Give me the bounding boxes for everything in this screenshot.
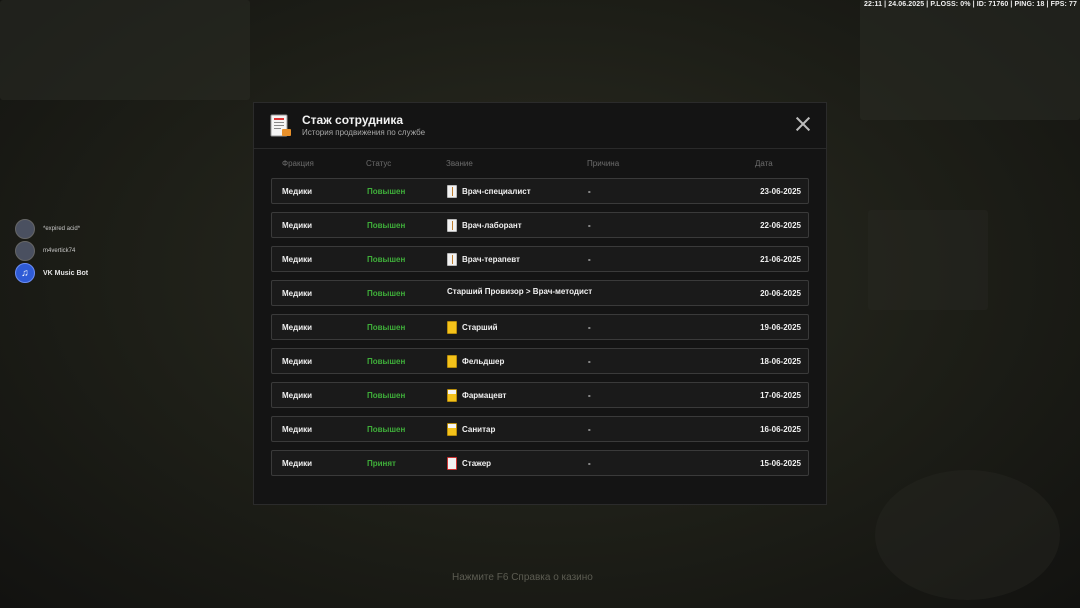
row-reason: - — [588, 357, 591, 366]
row-faction: Медики — [282, 255, 313, 264]
row-date: 21-06-2025 — [760, 255, 801, 264]
row-status: Повышен — [367, 425, 406, 434]
row-rank-label: Стажер — [462, 459, 492, 468]
table-row: Медики Повышен Старший - 19-06-2025 — [271, 314, 809, 340]
white-book-icon — [447, 219, 457, 232]
row-rank-label: Санитар — [462, 425, 496, 434]
row-rank: Санитар — [447, 423, 495, 436]
table-row: Медики Повышен Старший Провизор > Врач-мет… — [271, 280, 809, 306]
row-reason: - — [588, 391, 591, 400]
row-date: 17-06-2025 — [760, 391, 801, 400]
row-reason: - — [588, 459, 591, 468]
modal-title: Стаж сотрудника — [302, 113, 404, 127]
row-rank: Стажер — [447, 457, 491, 470]
table-header: Фракция Статус Звание Причина Дата — [254, 149, 826, 178]
yellow-card-icon — [447, 355, 457, 368]
avatar — [15, 219, 35, 239]
document-icon — [270, 114, 291, 137]
history-table: Медики Повышен Врач-специалист -23-06-2025 М… — [254, 178, 826, 476]
row-rank-label: Врач-специалист — [462, 187, 531, 196]
yellow-card-icon — [447, 321, 457, 334]
row-faction: Медики — [282, 289, 313, 298]
table-row: Медики Повышен Врач-терапевт - 21-06-2025 — [271, 246, 809, 272]
row-rank: Фельдшер — [447, 355, 504, 368]
row-rank-label: Врач-лаборант — [462, 221, 522, 230]
half-yellow-card-icon — [447, 389, 457, 402]
row-reason: - — [588, 187, 591, 196]
row-rank-label: Врач-терапевт — [462, 255, 520, 264]
row-status: Повышен — [367, 357, 406, 366]
row-date: 19-06-2025 — [760, 323, 801, 332]
white-book-icon — [447, 185, 457, 198]
table-row: Медики Повышен Врач-лаборант - 22-06-2025 — [271, 212, 809, 238]
row-faction: Медики — [282, 187, 313, 196]
voice-user: m4vertick74 — [15, 240, 88, 262]
hud-stats: 22:11 | 24.06.2025 | P.LOSS: 0% | ID: 71… — [864, 1, 1077, 8]
row-date: 22-06-2025 — [760, 221, 801, 230]
row-date: 16-06-2025 — [760, 425, 801, 434]
row-status: Повышен — [367, 255, 406, 264]
row-date: 20-06-2025 — [760, 289, 801, 298]
avatar — [15, 241, 35, 261]
row-rank: Врач-терапевт — [447, 253, 520, 266]
table-row: Медики Повышен Санитар - 16-06-2025 — [271, 416, 809, 442]
table-row: Медики Принят Стажер - 15-06-2025 — [271, 450, 809, 476]
voice-user: *expired acid* — [15, 218, 88, 240]
row-date: 15-06-2025 — [760, 459, 801, 468]
background-hint: Нажмите F6 Справка о казино — [452, 572, 593, 583]
background-speedometer — [875, 470, 1060, 600]
row-faction: Медики — [282, 221, 313, 230]
voice-user-name: *expired acid* — [43, 226, 81, 232]
row-faction: Медики — [282, 391, 313, 400]
row-faction: Медики — [282, 323, 313, 332]
music-note-icon: ♫ — [15, 263, 35, 283]
row-status: Повышен — [367, 391, 406, 400]
row-rank: Фармацевт — [447, 389, 506, 402]
row-rank-label: Фармацевт — [462, 391, 507, 400]
voice-user-name: m4vertick74 — [43, 248, 76, 254]
voice-user: ♫ VK Music Bot — [15, 262, 88, 284]
modal-header: Стаж сотрудника История продвижения по с… — [254, 103, 826, 149]
row-status: Принят — [367, 459, 396, 468]
column-faction: Фракция — [282, 159, 314, 168]
row-date: 23-06-2025 — [760, 187, 801, 196]
close-icon[interactable] — [796, 117, 810, 131]
background-vehicle — [868, 210, 988, 310]
row-status: Повышен — [367, 289, 406, 298]
row-rank: Врач-специалист — [447, 185, 531, 198]
row-faction: Медики — [282, 357, 313, 366]
table-row: Медики Повышен Фельдшер - 18-06-2025 — [271, 348, 809, 374]
row-status: Повышен — [367, 187, 406, 196]
background-panel — [0, 0, 250, 100]
modal-subtitle: История продвижения по службе — [302, 128, 426, 137]
row-rank-label: Фельдшер — [462, 357, 505, 366]
half-yellow-card-icon — [447, 423, 457, 436]
row-reason: - — [588, 323, 591, 332]
row-rank: Врач-лаборант — [447, 219, 522, 232]
row-rank-label: Старший Провизор > Врач-методист — [447, 287, 593, 296]
row-reason: - — [588, 221, 591, 230]
voice-chat-list: *expired acid* m4vertick74 ♫ VK Music Bo… — [15, 218, 88, 284]
service-history-modal: Стаж сотрудника История продвижения по с… — [253, 102, 827, 505]
table-row: Медики Повышен Фармацевт - 17-06-2025 — [271, 382, 809, 408]
row-faction: Медики — [282, 425, 313, 434]
blank-card-icon — [447, 457, 457, 470]
background-panel — [860, 0, 1080, 120]
row-status: Повышен — [367, 221, 406, 230]
column-status: Статус — [366, 159, 392, 168]
column-rank: Звание — [446, 159, 473, 168]
table-row: Медики Повышен Врач-специалист - 23-06-2025 — [271, 178, 809, 204]
white-book-icon — [447, 253, 457, 266]
voice-user-name: VK Music Bot — [43, 269, 89, 277]
column-reason: Причина — [587, 159, 620, 168]
column-date: Дата — [755, 159, 773, 168]
row-faction: Медики — [282, 459, 313, 468]
row-reason: - — [588, 255, 591, 264]
row-reason: - — [588, 425, 591, 434]
row-rank-label: Старший — [462, 323, 498, 332]
row-rank: Старший Провизор > Врач-методист — [447, 287, 592, 296]
row-rank: Старший — [447, 321, 498, 334]
row-date: 18-06-2025 — [760, 357, 801, 366]
row-status: Повышен — [367, 323, 406, 332]
